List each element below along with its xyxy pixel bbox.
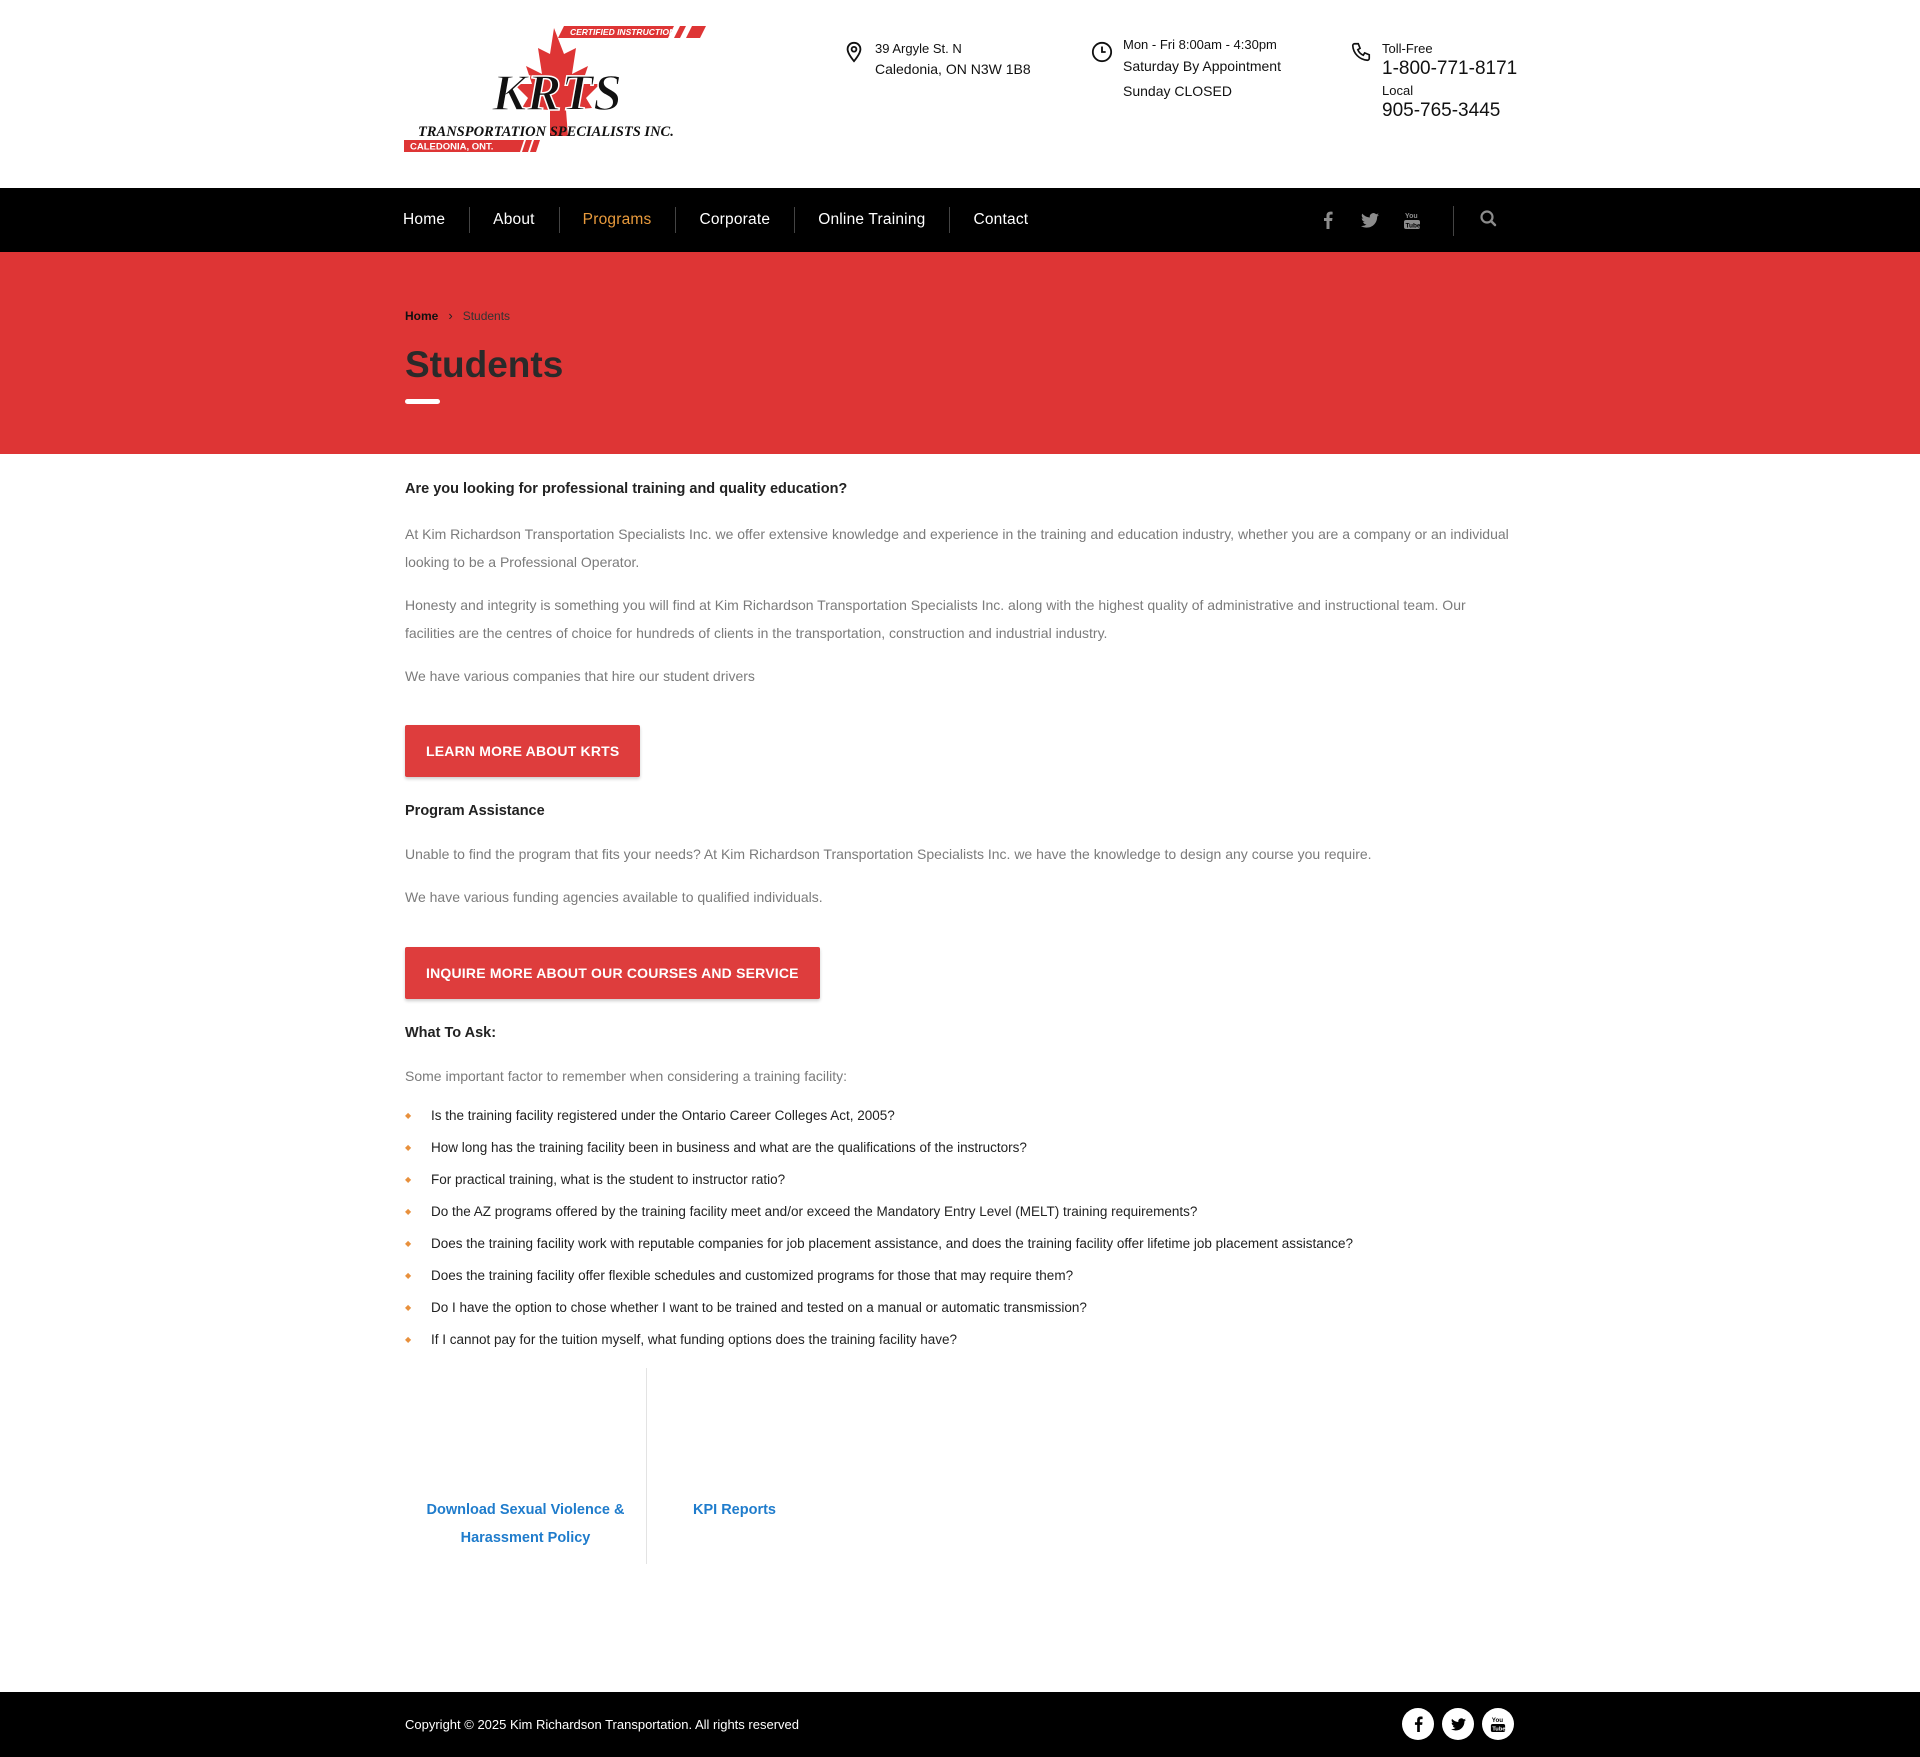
svg-text:KRTS: KRTS: [491, 65, 622, 122]
copyright-text: Copyright © 2025 Kim Richardson Transpor…: [405, 1717, 799, 1732]
page-title: Students: [405, 344, 564, 385]
phone-block: Toll-Free 1-800-771-8171 Local 905-765-3…: [1350, 38, 1517, 123]
list-item: Do the AZ programs offered by the traini…: [405, 1196, 1353, 1228]
search-icon[interactable]: [1478, 208, 1500, 230]
svg-text:You: You: [1492, 1717, 1503, 1724]
hours-block: Mon - Fri 8:00am - 4:30pm Saturday By Ap…: [1091, 37, 1281, 104]
nav-item-contact[interactable]: Contact: [949, 207, 1052, 233]
svg-text:CERTIFIED INSTRUCTION: CERTIFIED INSTRUCTION: [570, 27, 676, 37]
nav-menu: Home About Programs Corporate Online Tra…: [403, 188, 1052, 252]
intro-paragraph-2: Honesty and integrity is something you w…: [405, 597, 1466, 641]
questions-list: Is the training facility registered unde…: [405, 1100, 1353, 1356]
facebook-icon[interactable]: [1402, 1708, 1434, 1740]
list-item: Does the training facility offer flexibl…: [405, 1260, 1353, 1292]
nav-item-online-training[interactable]: Online Training: [794, 207, 949, 233]
clock-icon: [1091, 41, 1113, 63]
site-footer: Copyright © 2025 Kim Richardson Transpor…: [0, 1692, 1920, 1757]
breadcrumb-current: Students: [462, 308, 511, 323]
list-item: Is the training facility registered unde…: [405, 1100, 1353, 1132]
section-heading-program-assistance: Program Assistance: [405, 803, 545, 819]
hours-saturday: Saturday By Appointment: [1123, 58, 1281, 74]
list-item: Do I have the option to chose whether I …: [405, 1292, 1353, 1324]
policy-download-link[interactable]: Download Sexual Violence & Harassment Po…: [405, 1496, 646, 1552]
tollfree-number[interactable]: 1-800-771-8171: [1382, 57, 1517, 81]
intro-paragraph-1: At Kim Richardson Transportation Special…: [405, 526, 1509, 570]
nav-divider: [1453, 206, 1454, 236]
page-banner: Home › Students Students: [0, 252, 1920, 454]
section-heading-intro: Are you looking for professional trainin…: [405, 481, 848, 497]
local-label: Local: [1382, 83, 1414, 98]
footer-social: You Tube: [1402, 1708, 1514, 1740]
address-block: 39 Argyle St. N Caledonia, ON N3W 1B8: [843, 38, 1031, 80]
breadcrumb: Home › Students: [405, 308, 510, 323]
svg-text:TRANSPORTATION SPECIALISTS INC: TRANSPORTATION SPECIALISTS INC.: [418, 124, 674, 140]
breadcrumb-home[interactable]: Home: [405, 309, 438, 323]
policy-link-line-1: Download Sexual Violence &: [426, 1502, 625, 1518]
nav-item-home[interactable]: Home: [403, 211, 469, 229]
link-divider: [646, 1368, 647, 1564]
twitter-icon[interactable]: [1442, 1708, 1474, 1740]
svg-text:Tube: Tube: [1492, 1727, 1506, 1733]
hours-sunday: Sunday CLOSED: [1123, 83, 1232, 99]
list-item: For practical training, what is the stud…: [405, 1164, 1353, 1196]
svg-text:You: You: [1405, 213, 1418, 220]
title-underline: [405, 399, 440, 404]
svg-text:Tube: Tube: [1406, 223, 1421, 230]
inquire-button[interactable]: INQUIRE MORE ABOUT OUR COURSES AND SERVI…: [405, 947, 820, 999]
phone-icon: [1351, 42, 1371, 62]
site-header: CERTIFIED INSTRUCTION KRTS TRANSPORTATIO…: [0, 0, 1920, 188]
document-links: Download Sexual Violence & Harassment Po…: [405, 1368, 805, 1564]
nav-item-corporate[interactable]: Corporate: [675, 207, 794, 233]
list-item: Does the training facility work with rep…: [405, 1228, 1353, 1260]
svg-text:CALEDONIA, ONT.: CALEDONIA, ONT.: [410, 142, 493, 153]
address-line-2: Caledonia, ON N3W 1B8: [875, 61, 1031, 77]
nav-social: You Tube: [1318, 188, 1422, 252]
list-item: If I cannot pay for the tuition myself, …: [405, 1324, 1353, 1356]
youtube-icon[interactable]: You Tube: [1482, 1708, 1514, 1740]
chevron-right-icon: ›: [448, 308, 453, 323]
kpi-reports-link[interactable]: KPI Reports: [693, 1496, 776, 1524]
intro-paragraph-3: We have various companies that hire our …: [405, 668, 755, 684]
policy-link-line-2: Harassment Policy: [460, 1530, 591, 1546]
map-pin-icon: [846, 41, 862, 63]
krts-logo-icon: CERTIFIED INSTRUCTION KRTS TRANSPORTATIO…: [404, 26, 706, 153]
list-item: How long has the training facility been …: [405, 1132, 1353, 1164]
site-logo[interactable]: CERTIFIED INSTRUCTION KRTS TRANSPORTATIO…: [404, 26, 706, 154]
address-line-1: 39 Argyle St. N: [875, 41, 962, 56]
local-number[interactable]: 905-765-3445: [1382, 99, 1517, 123]
nav-item-about[interactable]: About: [469, 207, 559, 233]
hours-weekday: Mon - Fri 8:00am - 4:30pm: [1123, 37, 1277, 52]
main-nav: Home About Programs Corporate Online Tra…: [0, 188, 1920, 252]
learn-more-button[interactable]: LEARN MORE ABOUT KRTS: [405, 725, 641, 777]
program-paragraph-1: Unable to find the program that fits you…: [405, 846, 1372, 862]
program-paragraph-2: We have various funding agencies availab…: [405, 889, 823, 905]
section-heading-what-to-ask: What To Ask:: [405, 1025, 497, 1041]
nav-item-programs[interactable]: Programs: [558, 207, 676, 233]
facebook-icon[interactable]: [1318, 210, 1338, 230]
twitter-icon[interactable]: [1360, 210, 1380, 230]
what-to-ask-intro: Some important factor to remember when c…: [405, 1068, 847, 1084]
tollfree-label: Toll-Free: [1382, 41, 1433, 56]
youtube-icon[interactable]: You Tube: [1402, 210, 1422, 230]
